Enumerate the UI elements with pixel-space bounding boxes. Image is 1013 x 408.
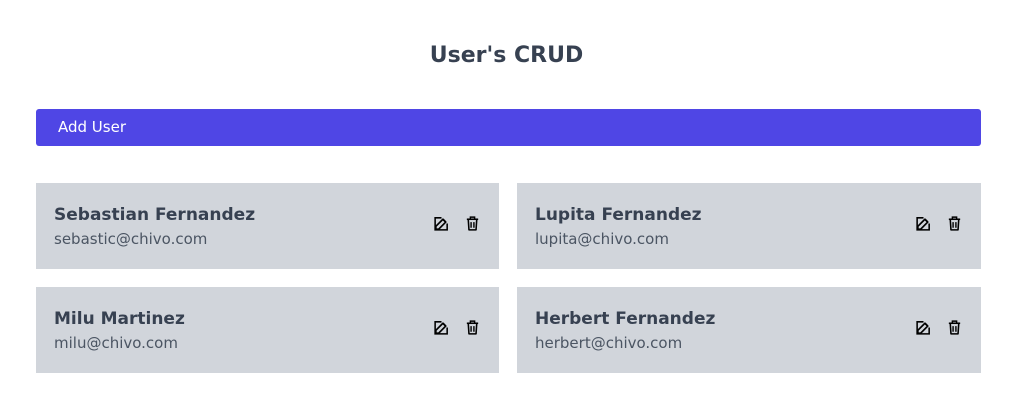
user-email: milu@chivo.com	[54, 334, 178, 352]
edit-icon[interactable]	[433, 319, 450, 336]
user-card: Lupita Fernandez lupita@chivo.com	[517, 183, 981, 269]
trash-icon[interactable]	[946, 215, 963, 232]
edit-icon[interactable]	[915, 215, 932, 232]
trash-icon[interactable]	[946, 319, 963, 336]
user-actions	[433, 319, 481, 336]
add-user-button[interactable]: Add User	[36, 109, 981, 146]
trash-icon[interactable]	[464, 319, 481, 336]
user-email: sebastic@chivo.com	[54, 230, 208, 248]
edit-icon[interactable]	[433, 215, 450, 232]
user-card: Herbert Fernandez herbert@chivo.com	[517, 287, 981, 373]
user-card: Sebastian Fernandez sebastic@chivo.com	[36, 183, 499, 269]
user-actions	[915, 215, 963, 232]
user-name: Milu Martinez	[54, 309, 185, 329]
user-email: herbert@chivo.com	[535, 334, 683, 352]
user-name: Sebastian Fernandez	[54, 205, 256, 225]
edit-icon[interactable]	[915, 319, 932, 336]
user-card: Milu Martinez milu@chivo.com	[36, 287, 499, 373]
user-actions	[433, 215, 481, 232]
page: User's CRUD Add User Sebastian Fernandez…	[0, 0, 1013, 408]
user-email: lupita@chivo.com	[535, 230, 669, 248]
user-actions	[915, 319, 963, 336]
trash-icon[interactable]	[464, 215, 481, 232]
user-list: Sebastian Fernandez sebastic@chivo.com L…	[36, 183, 981, 373]
user-name: Herbert Fernandez	[535, 309, 716, 329]
user-name: Lupita Fernandez	[535, 205, 702, 225]
page-title: User's CRUD	[429, 43, 584, 68]
